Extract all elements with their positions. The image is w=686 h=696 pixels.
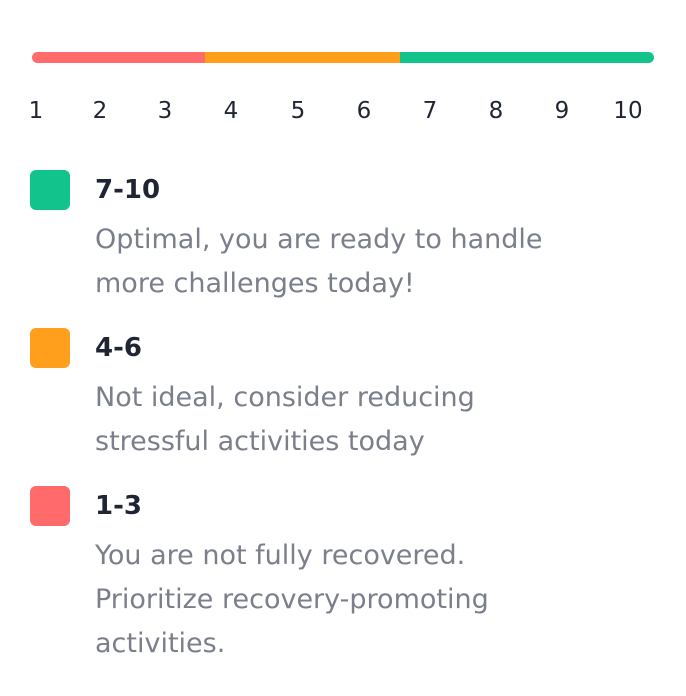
scale-number-5: 5 (290, 98, 306, 124)
red-swatch-icon (30, 486, 70, 526)
scale-segment-medium (204, 52, 401, 63)
score-scale-bar (32, 52, 654, 63)
scale-numbers: 1 2 3 4 5 6 7 8 9 10 (0, 96, 686, 126)
legend-item-not-recovered: 1-3 You are not fully recovered. Priorit… (30, 486, 670, 676)
legend-description: You are not fully recovered. Prioritize … (95, 540, 489, 659)
orange-swatch-icon (30, 328, 70, 368)
legend-item-not-ideal: 4-6 Not ideal, consider reducing stressf… (30, 328, 670, 468)
scale-number-4: 4 (223, 98, 239, 124)
scale-segment-low (32, 52, 205, 63)
scale-number-7: 7 (422, 98, 438, 124)
legend-range-label: 7-10 (95, 175, 161, 205)
scale-number-10: 10 (613, 98, 643, 124)
legend-range-label: 1-3 (95, 491, 142, 521)
legend-description: Optimal, you are ready to handle more ch… (95, 224, 543, 299)
green-swatch-icon (30, 170, 70, 210)
legend-description: Not ideal, consider reducing stressful a… (95, 382, 475, 457)
scale-segment-high (400, 52, 654, 63)
legend-item-optimal: 7-10 Optimal, you are ready to handle mo… (30, 170, 670, 310)
scale-number-1: 1 (28, 98, 44, 124)
scale-number-8: 8 (488, 98, 504, 124)
scale-number-6: 6 (356, 98, 372, 124)
scale-number-9: 9 (554, 98, 570, 124)
scale-number-3: 3 (157, 98, 173, 124)
scale-number-2: 2 (92, 98, 108, 124)
legend-range-label: 4-6 (95, 333, 142, 363)
